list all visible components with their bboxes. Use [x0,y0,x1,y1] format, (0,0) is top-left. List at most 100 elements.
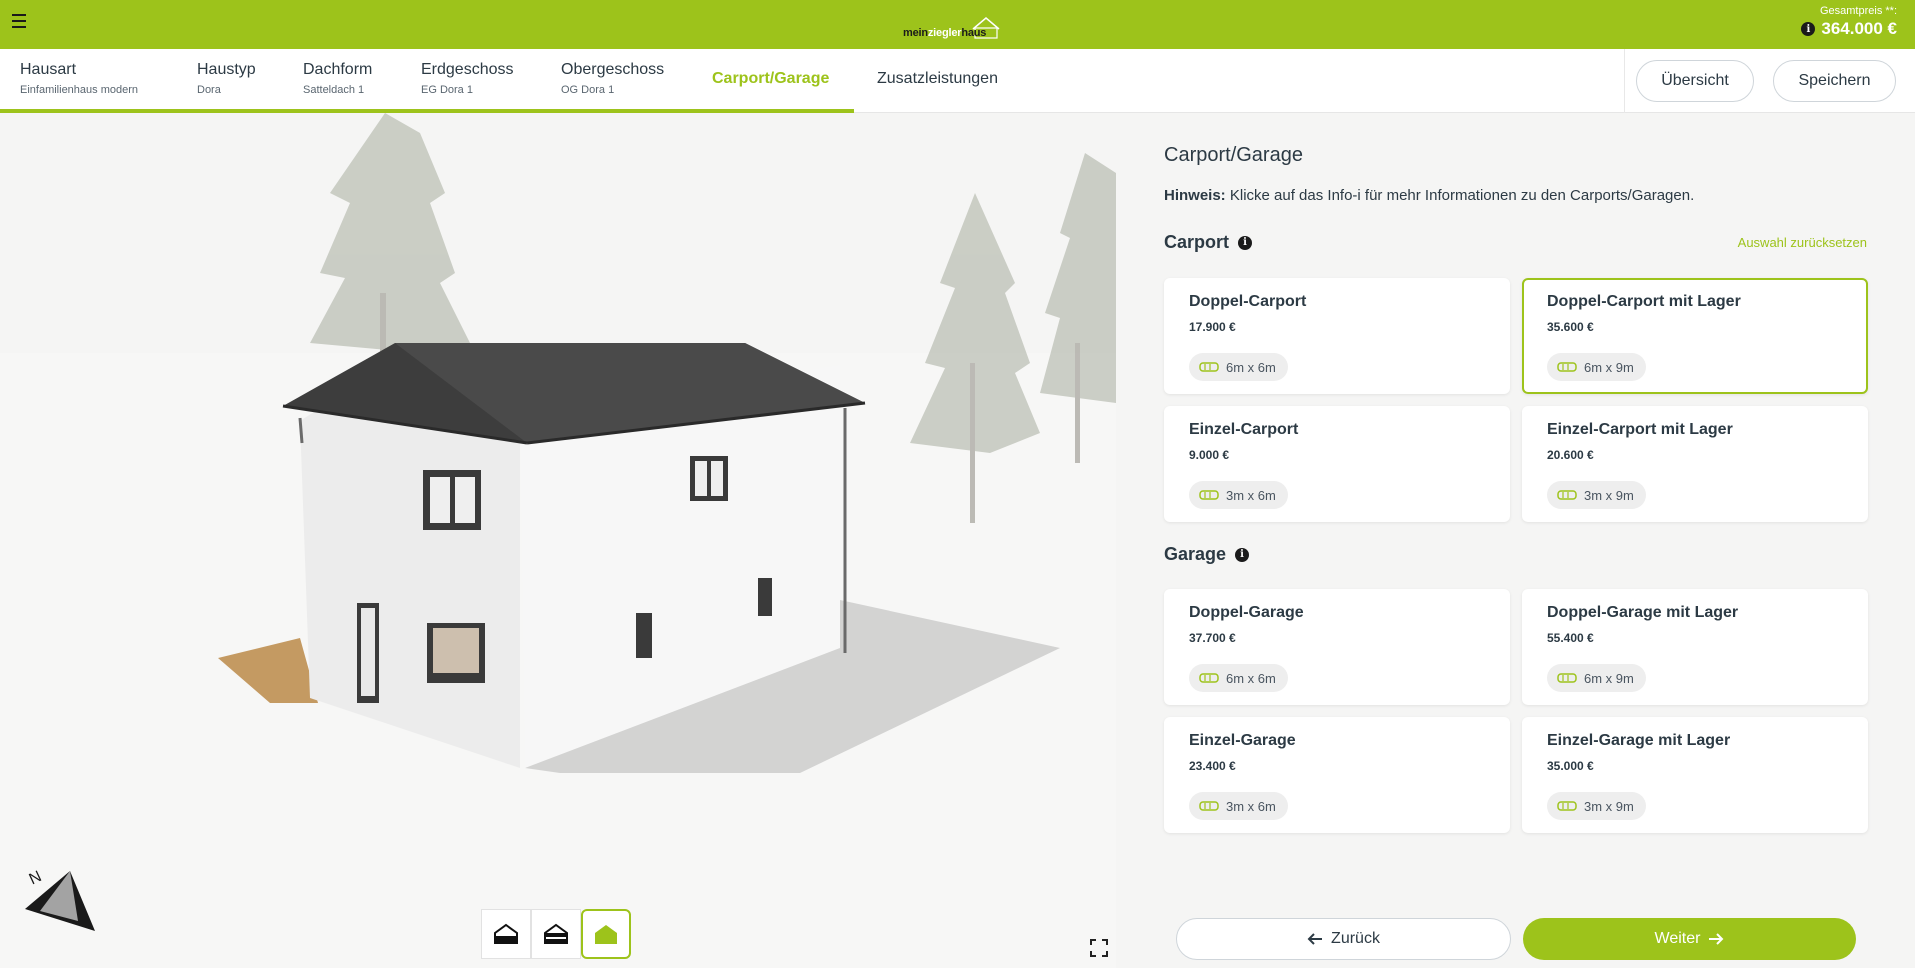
step-title: Carport/Garage [712,70,830,87]
card-price: 35.000 € [1547,759,1594,773]
card-price: 9.000 € [1189,448,1230,462]
step-title: Hausart [20,61,77,78]
step-subtitle: Satteldach 1 [303,84,365,96]
size-icon [1199,362,1219,372]
step-navigation: Hausart Einfamilienhaus modern Haustyp D… [0,49,1915,113]
step-carport-garage[interactable]: Carport/Garage [712,61,829,88]
reset-selection-link[interactable]: Auswahl zurücksetzen [1738,235,1867,250]
logo-text-ziegler: ziegler [927,27,962,39]
step-title: Zusatzleistungen [877,70,998,87]
card-einzel-garage[interactable]: Einzel-Garage 23.400 € 3m x 6m [1164,717,1510,833]
step-obergeschoss[interactable]: Obergeschoss OG Dora 1 [561,61,664,96]
arrow-right-icon [1709,933,1724,945]
size-icon [1557,801,1577,811]
card-name: Doppel-Carport [1189,293,1307,310]
size-text: 6m x 6m [1226,670,1276,686]
size-icon [1557,490,1577,500]
house-3d-viewer[interactable]: N [0,113,1116,968]
card-price: 17.900 € [1189,320,1236,334]
logo[interactable]: meinzieglerhaus [903,9,1007,41]
overview-button[interactable]: Übersicht [1636,60,1754,102]
card-name: Einzel-Carport [1189,421,1299,438]
step-erdgeschoss[interactable]: Erdgeschoss EG Dora 1 [421,61,514,96]
price-value: 364.000 € [1821,19,1897,38]
card-price: 37.700 € [1189,631,1236,645]
step-title: Haustyp [197,61,256,78]
size-badge: 3m x 9m [1547,792,1646,820]
step-zusatzleistungen[interactable]: Zusatzleistungen [877,61,998,88]
divider [1624,49,1625,113]
carport-title: Carport [1164,232,1230,252]
step-dachform[interactable]: Dachform Satteldach 1 [303,61,372,96]
size-badge: 6m x 6m [1189,664,1288,692]
card-price: 55.400 € [1547,631,1594,645]
tree-left [310,113,470,373]
size-text: 3m x 9m [1584,798,1634,814]
card-einzel-garage-mit-lager[interactable]: Einzel-Garage mit Lager 35.000 € 3m x 9m [1522,717,1868,833]
logo-text: meinzieglerhaus [903,27,986,39]
size-text: 6m x 6m [1226,359,1276,375]
card-doppel-carport[interactable]: Doppel-Carport 17.900 € 6m x 6m [1164,278,1510,394]
view-house-button[interactable] [581,909,631,959]
card-doppel-garage[interactable]: Doppel-Garage 37.700 € 6m x 6m [1164,589,1510,705]
top-bar: meinzieglerhaus Gesamtpreis **: i 364.00… [0,0,1915,49]
house-3d-scene [0,113,1116,968]
card-name: Doppel-Carport mit Lager [1547,293,1741,310]
view-cut-button[interactable] [531,909,581,959]
card-name: Einzel-Carport mit Lager [1547,421,1733,438]
panel-title: Carport/Garage [1164,144,1303,166]
size-icon [1199,673,1219,683]
next-button[interactable]: Weiter [1523,918,1856,960]
garage-section-title: Garage i [1164,544,1250,565]
save-button[interactable]: Speichern [1773,60,1896,102]
info-icon[interactable]: i [1801,22,1816,36]
size-text: 3m x 6m [1226,487,1276,503]
garage-title: Garage [1164,544,1227,564]
card-einzel-carport-mit-lager[interactable]: Einzel-Carport mit Lager 20.600 € 3m x 9… [1522,406,1868,522]
step-hausart[interactable]: Hausart Einfamilienhaus modern [20,61,138,96]
view-roof-button[interactable] [481,909,531,959]
card-doppel-garage-mit-lager[interactable]: Doppel-Garage mit Lager 55.400 € 6m x 9m [1522,589,1868,705]
carport-info-icon[interactable]: i [1238,235,1253,250]
size-text: 6m x 9m [1584,359,1634,375]
total-price: Gesamtpreis **: i 364.000 € [1801,5,1897,39]
svg-text:N: N [27,868,45,888]
size-text: 6m x 9m [1584,670,1634,686]
card-price: 23.400 € [1189,759,1236,773]
size-icon [1557,362,1577,372]
logo-text-mein: mein [903,27,928,39]
card-einzel-carport[interactable]: Einzel-Carport 9.000 € 3m x 6m [1164,406,1510,522]
back-label: Zurück [1331,930,1380,947]
view-roof-icon [494,923,518,944]
arrow-left-icon [1307,933,1323,945]
card-price: 20.600 € [1547,448,1594,462]
size-badge: 6m x 9m [1547,664,1646,692]
menu-icon[interactable] [12,14,28,32]
back-button[interactable]: Zurück [1176,918,1511,960]
compass-icon: N [25,868,95,931]
step-title: Erdgeschoss [421,61,514,78]
price-value-row: i 364.000 € [1801,19,1897,39]
price-label: Gesamtpreis **: [1819,5,1897,17]
fullscreen-icon[interactable] [1090,939,1108,957]
card-name: Doppel-Garage [1189,604,1304,621]
step-subtitle: Einfamilienhaus modern [20,84,139,96]
logo-text-haus: haus [961,27,987,39]
card-name: Einzel-Garage [1189,732,1296,749]
view-mode-toggle [481,909,631,959]
card-doppel-carport-mit-lager[interactable]: Doppel-Carport mit Lager 35.600 € 6m x 9… [1522,278,1868,394]
size-icon [1557,673,1577,683]
size-badge: 6m x 9m [1547,353,1646,381]
hint-label: Hinweis: [1164,187,1226,204]
size-text: 3m x 9m [1584,487,1634,503]
garage-info-icon[interactable]: i [1235,547,1250,562]
size-badge: 3m x 6m [1189,481,1288,509]
configuration-panel: Carport/Garage Hinweis: Klicke auf das I… [1116,113,1915,968]
hint-text: Hinweis: Klicke auf das Info-i für mehr … [1164,187,1694,204]
view-cut-icon [544,923,568,944]
step-haustyp[interactable]: Haustyp Dora [197,61,256,96]
step-title: Obergeschoss [561,61,665,78]
step-subtitle: EG Dora 1 [421,84,473,96]
card-name: Einzel-Garage mit Lager [1547,732,1731,749]
step-subtitle: Dora [197,84,221,96]
